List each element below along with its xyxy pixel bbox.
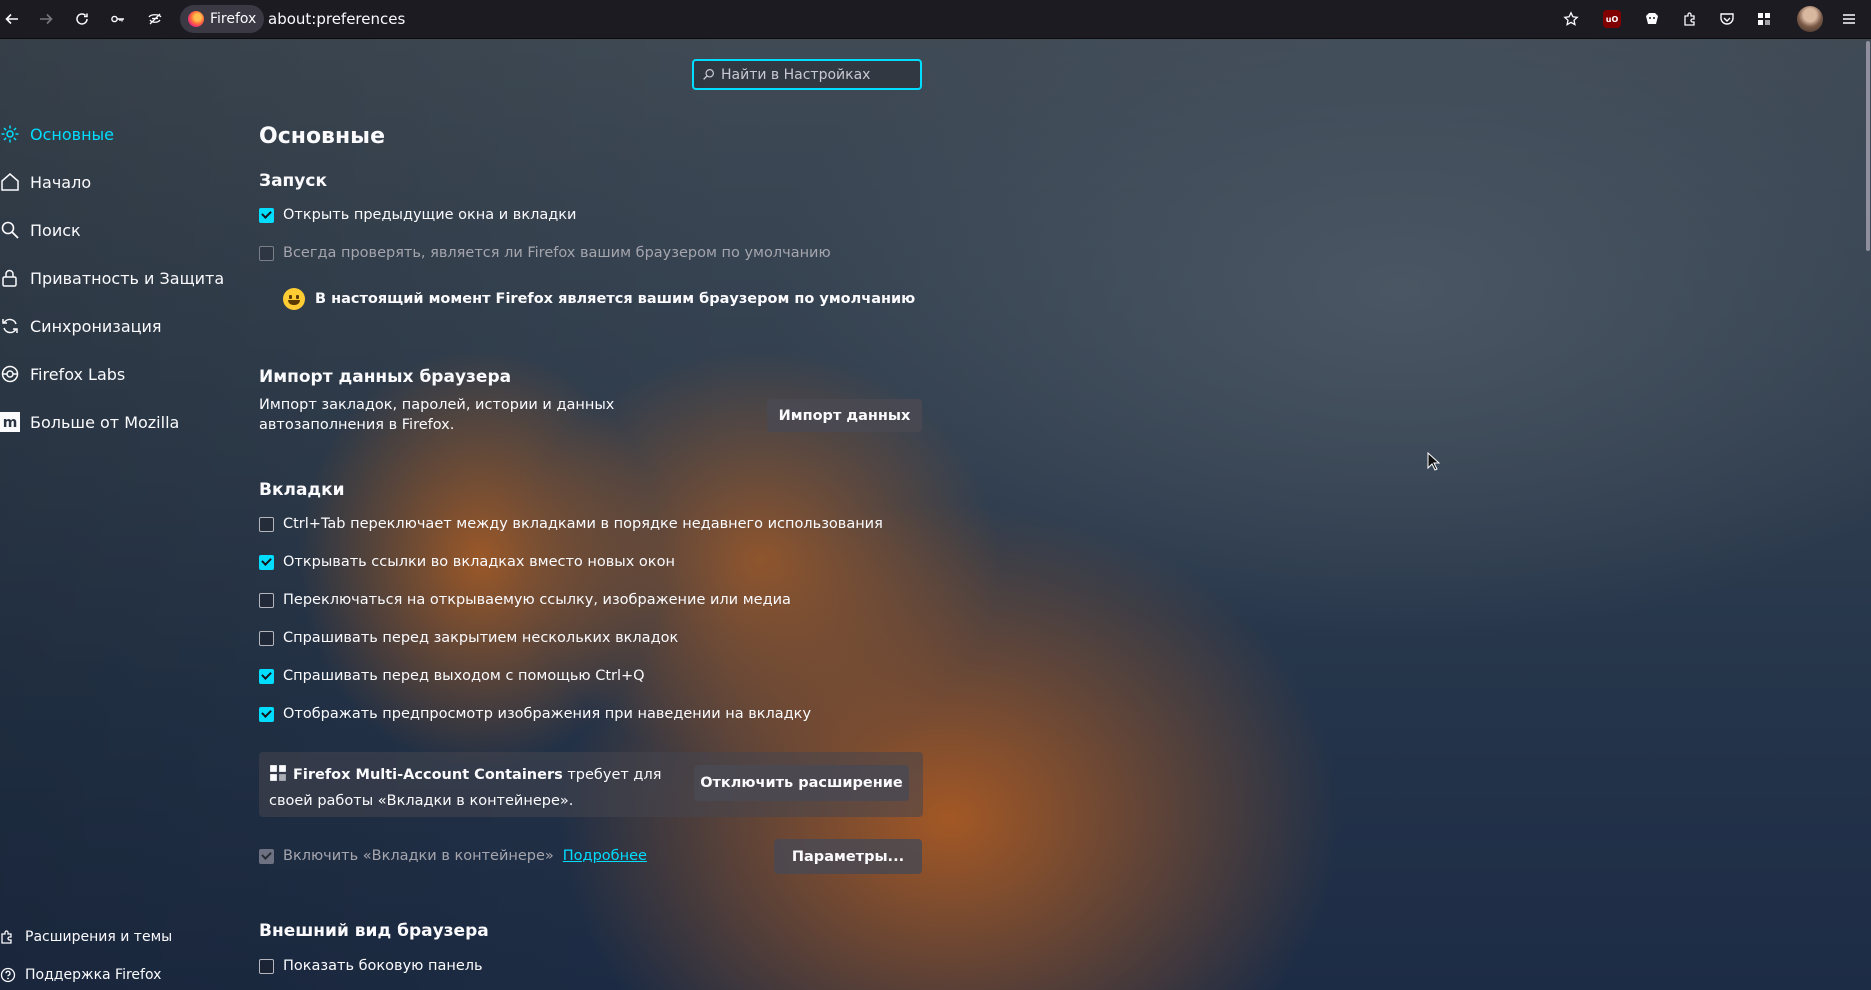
sidebar-item-label: Поиск [30,220,81,240]
help-icon [0,967,16,983]
browser-toolbar: Firefox about:preferences uO [0,0,1871,39]
containers-notice-text: Firefox Multi-Account Containers требует… [269,762,689,814]
key-icon[interactable] [106,7,130,31]
check-default-row: Всегда проверять, является ли Firefox ва… [259,245,831,261]
sidebar-footer-label: Поддержка Firefox [25,967,162,983]
tab-option-row[interactable]: Открывать ссылки во вкладках вместо новы… [259,554,675,570]
back-icon[interactable] [0,7,24,31]
firefox-logo-icon [188,11,204,27]
links-in-tabs-checkbox[interactable] [259,554,274,570]
import-heading: Импорт данных браузера [259,367,512,387]
identity-box[interactable]: Firefox [180,5,264,33]
tracking-icon[interactable] [143,7,167,31]
sidebar-item-sync[interactable]: Синхронизация [0,312,162,340]
mozilla-icon: m [0,412,20,432]
forward-icon[interactable] [34,7,58,31]
disable-extension-button[interactable]: Отключить расширение [694,765,909,801]
tab-option-label: Спрашивать перед выходом с помощью Ctrl+… [283,668,645,684]
identity-label: Firefox [210,11,257,27]
home-icon [1,173,19,191]
svg-text:m: m [3,415,18,431]
sidebar-item-label: Больше от Mozilla [30,412,180,432]
warn-close-tabs-checkbox[interactable] [259,630,274,646]
containers-notice: Firefox Multi-Account Containers требует… [259,752,923,817]
reload-icon[interactable] [70,7,94,31]
import-description: Импорт закладок, паролей, истории и данн… [259,397,615,433]
learn-more-link[interactable]: Подробнее [563,848,647,864]
container-settings-button[interactable]: Параметры... [774,839,922,874]
tab-option-row[interactable]: Спрашивать перед выходом с помощью Ctrl+… [259,668,645,684]
tab-option-row[interactable]: Ctrl+Tab переключает между вкладками в п… [259,516,883,532]
pocket-icon[interactable] [1715,7,1739,31]
scrollbar[interactable] [1865,39,1871,990]
show-sidebar-checkbox[interactable] [259,958,274,974]
bookmark-star-icon[interactable] [1559,7,1583,31]
sync-icon [2,318,18,334]
ctrl-tab-checkbox[interactable] [259,516,274,532]
tab-option-label: Переключаться на открываемую ссылку, изо… [283,592,791,608]
containers-checkbox[interactable] [259,848,274,864]
default-status: В настоящий момент Firefox является ваши… [283,288,915,310]
show-sidebar-row[interactable]: Показать боковую панель [259,958,483,974]
restore-session-checkbox[interactable] [259,207,274,223]
import-data-button[interactable]: Импорт данных [767,399,922,432]
containers-icon[interactable] [1752,7,1776,31]
sidebar-item-general[interactable]: Основные [0,120,114,148]
containers-extension-name: Firefox Multi-Account Containers [293,767,563,783]
check-default-checkbox[interactable] [259,245,274,261]
ublock-icon[interactable]: uO [1603,10,1621,28]
menu-icon[interactable] [1837,7,1861,31]
extensions-icon[interactable] [1678,7,1702,31]
containers-row: Включить «Вкладки в контейнере» Подробне… [259,848,647,864]
sidebar-footer-label: Расширения и темы [25,929,173,945]
avatar[interactable] [1797,6,1823,32]
tab-option-label: Спрашивать перед закрытием нескольких вк… [283,630,679,646]
mouse-cursor-icon [1427,452,1441,471]
sidebar-item-home[interactable]: Начало [0,168,91,196]
switch-to-media-checkbox[interactable] [259,592,274,608]
gear-icon [1,125,19,143]
sidebar-item-label: Начало [30,172,92,192]
sidebar-support-link[interactable]: Поддержка Firefox [0,967,161,983]
search-icon [703,69,714,80]
restore-session-row[interactable]: Открыть предыдущие окна и вкладки [259,207,576,223]
search-icon [1,221,19,239]
appearance-heading: Внешний вид браузера [259,921,489,941]
tab-option-label: Отображать предпросмотр изображения при … [283,706,812,722]
sidebar-item-label: Firefox Labs [30,364,126,384]
sidebar-item-search[interactable]: Поиск [0,216,81,244]
check-default-label: Всегда проверять, является ли Firefox ва… [283,245,831,261]
preferences-search[interactable] [692,59,922,90]
default-status-text: В настоящий момент Firefox является ваши… [315,291,916,307]
sidebar-addons-link[interactable]: Расширения и темы [0,929,172,945]
sidebar-item-label: Приватность и Защита [30,268,225,288]
containers-label: Включить «Вкладки в контейнере» [283,848,554,864]
tab-option-row[interactable]: Отображать предпросмотр изображения при … [259,706,811,722]
sidebar-item-label: Основные [30,124,115,144]
privacy-badger-icon[interactable] [1640,7,1664,31]
tab-option-row[interactable]: Переключаться на открываемую ссылку, изо… [259,592,791,608]
restore-session-label: Открыть предыдущие окна и вкладки [283,207,577,223]
tab-option-label: Открывать ссылки во вкладках вместо новы… [283,554,675,570]
tab-preview-checkbox[interactable] [259,706,274,722]
page-title: Основные [259,124,385,149]
sidebar-item-privacy[interactable]: Приватность и Защита [0,264,224,292]
search-input[interactable] [719,65,913,84]
tab-option-row[interactable]: Спрашивать перед закрытием нескольких вк… [259,630,678,646]
labs-icon [1,365,19,383]
tabs-heading: Вкладки [259,480,345,500]
tab-option-label: Ctrl+Tab переключает между вкладками в п… [283,516,883,532]
sidebar-item-label: Синхронизация [30,316,162,336]
puzzle-icon [1,930,12,944]
lock-icon [2,269,17,287]
scrollbar-thumb[interactable] [1866,41,1870,251]
url-bar[interactable]: about:preferences [268,10,405,28]
warn-quit-checkbox[interactable] [259,668,274,684]
smiley-icon [283,288,305,310]
startup-heading: Запуск [259,171,327,191]
sidebar-item-mozilla[interactable]: m Больше от Mozilla [0,408,179,436]
sidebar-item-labs[interactable]: Firefox Labs [0,360,125,388]
show-sidebar-label: Показать боковую панель [283,958,483,974]
